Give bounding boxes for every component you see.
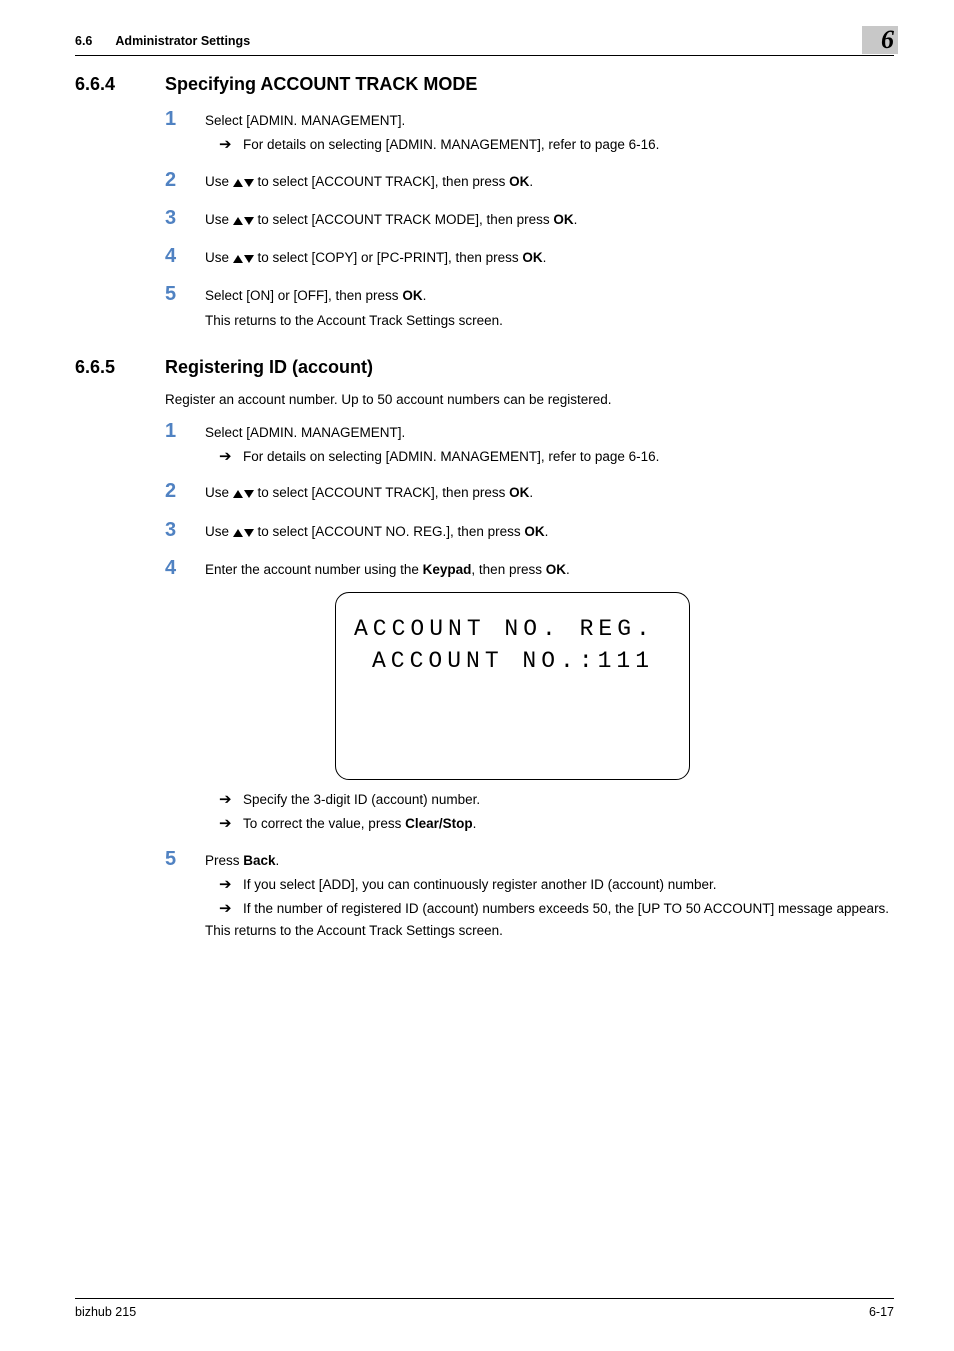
step-number: 3 xyxy=(165,208,205,228)
step-body: Use to select [ACCOUNT TRACK MODE], then… xyxy=(205,208,894,234)
section-number: 6.6.4 xyxy=(75,74,165,95)
sub-text: Specify the 3-digit ID (account) number. xyxy=(243,790,894,810)
section-665: 6.6.5 Registering ID (account) Register … xyxy=(75,357,894,946)
step-body: Use to select [COPY] or [PC-PRINT], then… xyxy=(205,246,894,272)
step-body: Press Back. ➔ If you select [ADD], you c… xyxy=(205,849,894,946)
step-3: 3 Use to select [ACCOUNT NO. REG.], then… xyxy=(165,520,894,546)
arrow-icon: ➔ xyxy=(219,447,243,467)
updown-icon xyxy=(233,529,254,537)
step-text: Select [ADMIN. MANAGEMENT]. xyxy=(205,111,894,131)
section-heading: 6.6.5 Registering ID (account) xyxy=(75,357,894,378)
sub-text: If the number of registered ID (account)… xyxy=(243,899,894,919)
step-number: 1 xyxy=(165,421,205,441)
header-left: 6.6 Administrator Settings xyxy=(75,30,250,48)
step-body: Use to select [ACCOUNT TRACK], then pres… xyxy=(205,481,894,507)
sub-text: For details on selecting [ADMIN. MANAGEM… xyxy=(243,135,894,155)
step-number: 5 xyxy=(165,849,205,869)
sub-text: If you select [ADD], you can continuousl… xyxy=(243,875,894,895)
step-text: Select [ON] or [OFF], then press OK. xyxy=(205,286,894,306)
sub-item: ➔ For details on selecting [ADMIN. MANAG… xyxy=(205,135,894,155)
step-text: This returns to the Account Track Settin… xyxy=(205,921,894,941)
page-header: 6.6 Administrator Settings 6 xyxy=(75,30,894,56)
step-2: 2 Use to select [ACCOUNT TRACK], then pr… xyxy=(165,170,894,196)
section-title: Specifying ACCOUNT TRACK MODE xyxy=(165,74,477,95)
step-body: Select [ADMIN. MANAGEMENT]. ➔ For detail… xyxy=(205,109,894,158)
footer-product: bizhub 215 xyxy=(75,1305,136,1319)
sub-item: ➔ To correct the value, press Clear/Stop… xyxy=(205,814,894,834)
step-3: 3 Use to select [ACCOUNT TRACK MODE], th… xyxy=(165,208,894,234)
arrow-icon: ➔ xyxy=(219,899,243,919)
step-4: 4 Enter the account number using the Key… xyxy=(165,558,894,837)
footer-page-number: 6-17 xyxy=(869,1305,894,1319)
section-heading: 6.6.4 Specifying ACCOUNT TRACK MODE xyxy=(75,74,894,95)
sub-item: ➔ Specify the 3-digit ID (account) numbe… xyxy=(205,790,894,810)
section-number: 6.6.5 xyxy=(75,357,165,378)
arrow-icon: ➔ xyxy=(219,814,243,834)
step-body: Select [ADMIN. MANAGEMENT]. ➔ For detail… xyxy=(205,421,894,470)
step-5: 5 Press Back. ➔ If you select [ADD], you… xyxy=(165,849,894,946)
updown-icon xyxy=(233,179,254,187)
section-title: Registering ID (account) xyxy=(165,357,373,378)
step-text: Use to select [ACCOUNT TRACK], then pres… xyxy=(205,483,894,503)
step-1: 1 Select [ADMIN. MANAGEMENT]. ➔ For deta… xyxy=(165,421,894,470)
step-number: 3 xyxy=(165,520,205,540)
step-text: Use to select [COPY] or [PC-PRINT], then… xyxy=(205,248,894,268)
chapter-tab: 6 xyxy=(862,26,898,54)
step-number: 4 xyxy=(165,558,205,578)
step-body: Use to select [ACCOUNT TRACK], then pres… xyxy=(205,170,894,196)
step-text: Use to select [ACCOUNT NO. REG.], then p… xyxy=(205,522,894,542)
header-section-title: Administrator Settings xyxy=(115,34,250,48)
step-1: 1 Select [ADMIN. MANAGEMENT]. ➔ For deta… xyxy=(165,109,894,158)
step-2: 2 Use to select [ACCOUNT TRACK], then pr… xyxy=(165,481,894,507)
step-number: 2 xyxy=(165,170,205,190)
arrow-icon: ➔ xyxy=(219,135,243,155)
page-footer: bizhub 215 6-17 xyxy=(75,1298,894,1319)
step-body: Select [ON] or [OFF], then press OK. Thi… xyxy=(205,284,894,335)
step-4: 4 Use to select [COPY] or [PC-PRINT], th… xyxy=(165,246,894,272)
step-5: 5 Select [ON] or [OFF], then press OK. T… xyxy=(165,284,894,335)
sub-text: For details on selecting [ADMIN. MANAGEM… xyxy=(243,447,894,467)
step-text: Use to select [ACCOUNT TRACK MODE], then… xyxy=(205,210,894,230)
lcd-line-1: ACCOUNT NO. REG. xyxy=(354,613,671,645)
header-section-number: 6.6 xyxy=(75,34,92,48)
step-number: 2 xyxy=(165,481,205,501)
step-text: Enter the account number using the Keypa… xyxy=(205,560,894,580)
sub-text: To correct the value, press Clear/Stop. xyxy=(243,814,894,834)
step-text: Press Back. xyxy=(205,851,894,871)
lcd-line-2: ACCOUNT NO.:111 xyxy=(354,645,671,677)
sub-item: ➔ If the number of registered ID (accoun… xyxy=(205,899,894,919)
section-intro: Register an account number. Up to 50 acc… xyxy=(165,392,894,407)
arrow-icon: ➔ xyxy=(219,875,243,895)
updown-icon xyxy=(233,255,254,263)
section-664: 6.6.4 Specifying ACCOUNT TRACK MODE 1 Se… xyxy=(75,74,894,335)
step-number: 5 xyxy=(165,284,205,304)
step-body: Use to select [ACCOUNT NO. REG.], then p… xyxy=(205,520,894,546)
lcd-display: ACCOUNT NO. REG. ACCOUNT NO.:111 xyxy=(335,592,690,780)
step-text: This returns to the Account Track Settin… xyxy=(205,311,894,331)
step-number: 1 xyxy=(165,109,205,129)
step-text: Select [ADMIN. MANAGEMENT]. xyxy=(205,423,894,443)
updown-icon xyxy=(233,217,254,225)
step-body: Enter the account number using the Keypa… xyxy=(205,558,894,837)
updown-icon xyxy=(233,490,254,498)
sub-item: ➔ If you select [ADD], you can continuou… xyxy=(205,875,894,895)
arrow-icon: ➔ xyxy=(219,790,243,810)
step-text: Use to select [ACCOUNT TRACK], then pres… xyxy=(205,172,894,192)
sub-item: ➔ For details on selecting [ADMIN. MANAG… xyxy=(205,447,894,467)
step-number: 4 xyxy=(165,246,205,266)
